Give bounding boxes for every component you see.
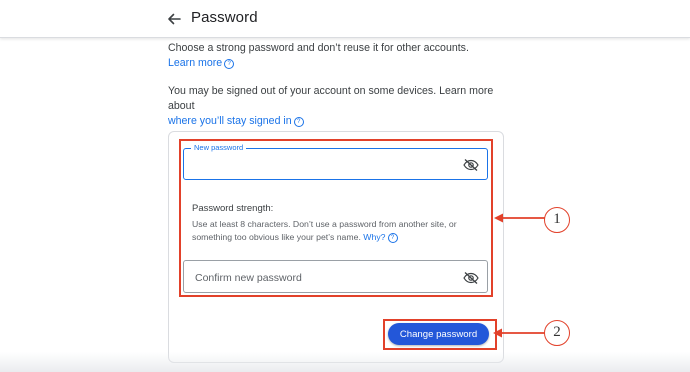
learn-more-link[interactable]: Learn more — [168, 57, 222, 69]
annotation-number-1: 1 — [544, 207, 570, 233]
learn-more-row: Learn more? — [168, 56, 508, 71]
intro-line-1: Choose a strong password and don’t reuse… — [168, 41, 508, 56]
stay-signed-in-row: where you’ll stay signed in? — [168, 114, 508, 129]
intro-line-2-text: You may be signed out of your account on… — [168, 85, 494, 112]
intro-line-2: You may be signed out of your account on… — [168, 84, 508, 114]
annotation-arrow-1 — [494, 213, 545, 223]
intro-text: Choose a strong password and don’t reuse… — [168, 41, 508, 129]
back-arrow-icon[interactable] — [164, 9, 184, 29]
help-icon[interactable]: ? — [293, 117, 304, 127]
annotation-highlight-box-1 — [179, 139, 493, 297]
help-icon[interactable]: ? — [224, 59, 235, 69]
bottom-shadow — [0, 352, 690, 372]
page-title: Password — [191, 9, 258, 26]
annotation-arrow-2 — [493, 328, 545, 338]
annotation-number-2: 2 — [544, 320, 570, 346]
top-app-bar: Password — [0, 0, 690, 38]
change-password-button[interactable]: Change password — [388, 323, 489, 345]
intro-line-1-text: Choose a strong password and don’t reuse… — [168, 42, 469, 54]
stay-signed-in-link[interactable]: where you’ll stay signed in — [168, 115, 292, 127]
